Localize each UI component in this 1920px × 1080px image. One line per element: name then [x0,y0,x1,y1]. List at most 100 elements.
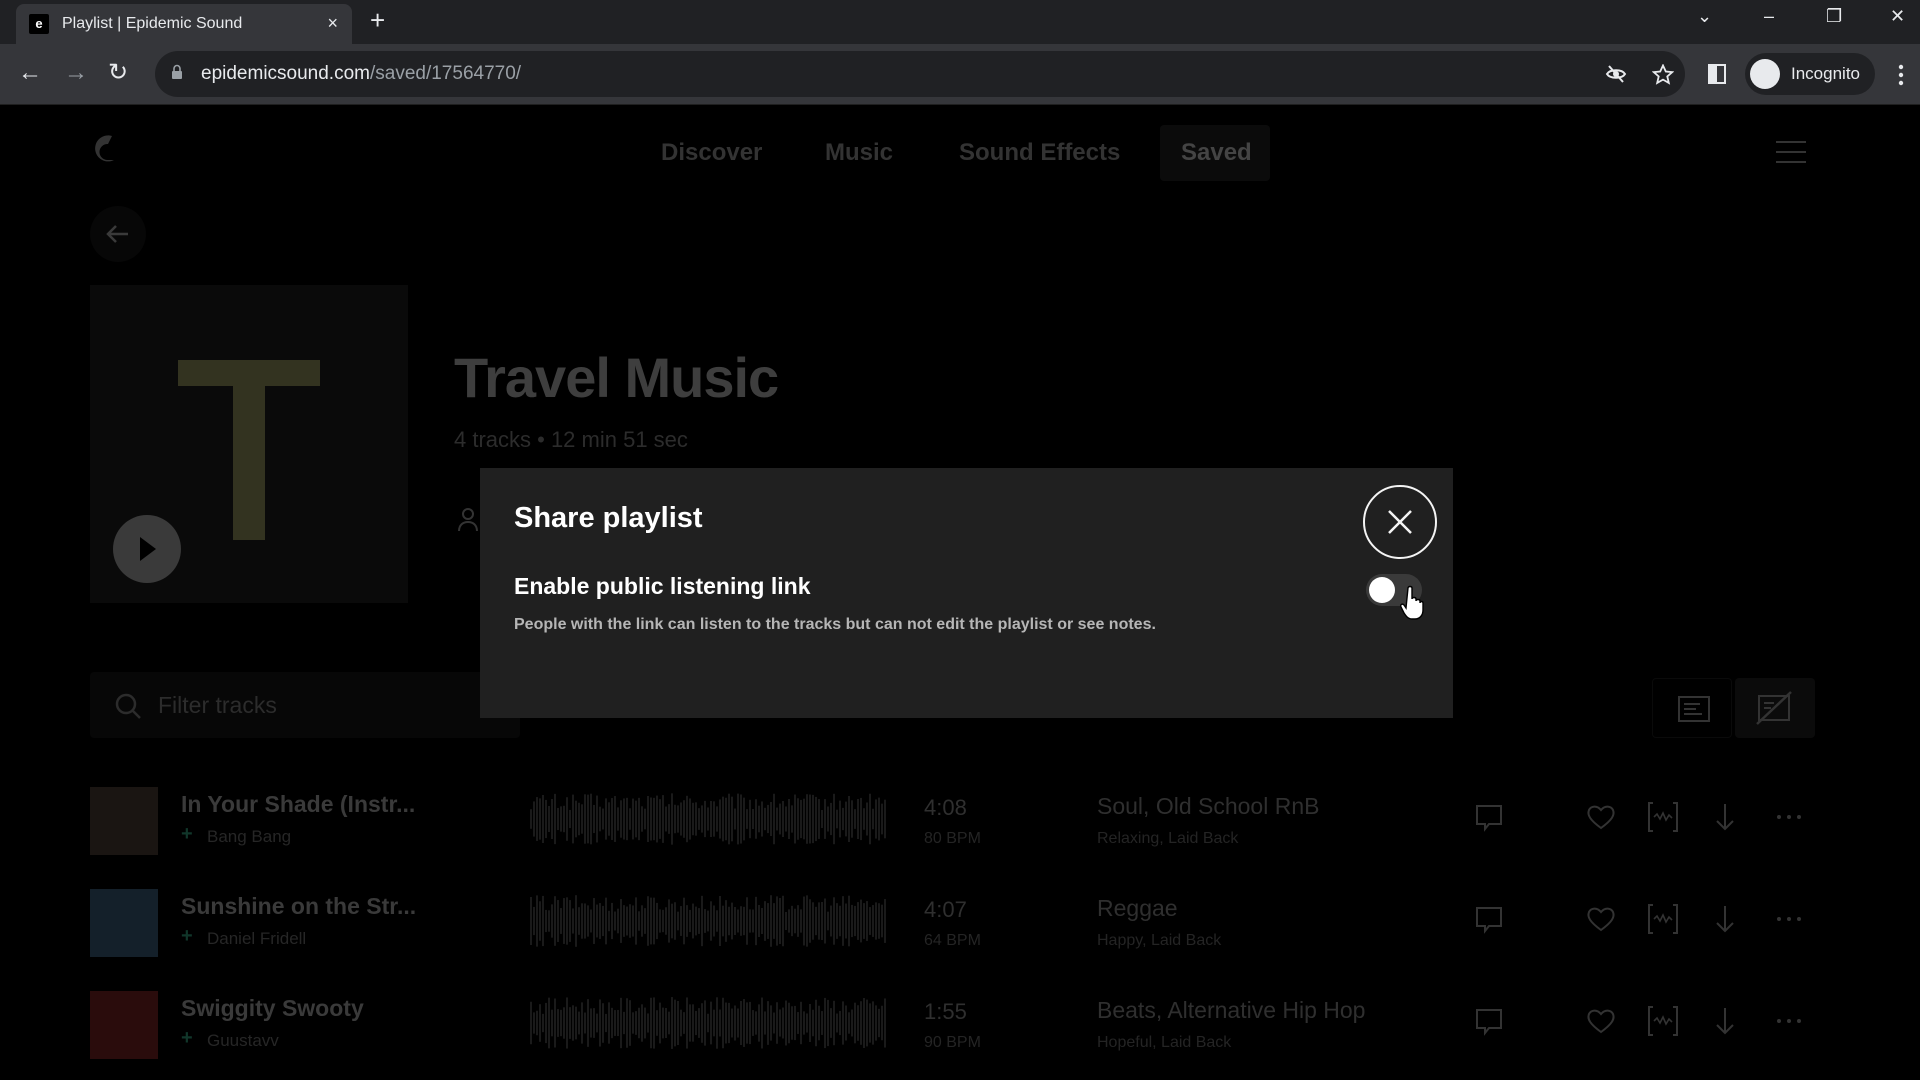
epidemic-sound-logo[interactable] [90,130,120,170]
tab-close-button[interactable]: × [327,13,338,33]
add-artist-plus-icon[interactable]: + [181,1027,193,1050]
play-playlist-button[interactable] [113,515,181,583]
waveform-bar [761,801,763,837]
side-panel-icon[interactable] [1708,64,1726,84]
waveform-bar [644,1007,646,1039]
waveform-bar [824,898,826,944]
download-icon[interactable] [1708,902,1742,936]
note-comment-icon[interactable] [1472,902,1506,936]
more-options-icon[interactable] [1772,1004,1806,1038]
track-waveform[interactable] [530,793,886,845]
new-tab-button[interactable]: + [370,6,385,34]
waveform-bar [836,809,838,829]
filter-tracks-input[interactable] [158,688,498,722]
waveform-bar [701,805,703,833]
window-close-button[interactable]: ✕ [1890,4,1905,28]
track-waveform[interactable] [530,895,886,947]
minimize-button[interactable]: – [1764,4,1774,28]
waveform-bar [572,1005,574,1041]
track-row[interactable]: In Your Shade (Instr... + Bang Bang 4:08… [0,775,1920,865]
forward-button[interactable]: → [64,58,88,88]
track-row[interactable]: Sunshine on the Str... + Daniel Fridell … [0,877,1920,967]
track-genres[interactable]: Beats, Alternative Hip Hop [1097,997,1365,1024]
bookmark-star-icon[interactable] [1652,64,1674,85]
hamburger-menu-icon[interactable] [1776,141,1806,165]
waveform-bar [692,802,694,836]
track-title[interactable]: In Your Shade (Instr... [181,791,415,818]
waveform-bar [803,896,805,946]
waveform-bar [590,793,592,845]
waveform-bar [692,903,694,939]
nav-saved[interactable]: Saved [1181,139,1252,167]
track-row[interactable]: Swiggity Swooty + Guustavv 1:55 90 BPM B… [0,979,1920,1069]
waveform-bar [596,904,598,938]
add-artist-plus-icon[interactable]: + [181,925,193,948]
waveform-bar [596,795,598,843]
find-similar-icon[interactable] [1646,902,1680,936]
nav-discover[interactable]: Discover [661,139,762,167]
reload-button[interactable]: ↻ [108,58,128,88]
browser-tab[interactable]: e Playlist | Epidemic Sound × [16,4,352,44]
address-bar[interactable]: epidemicsound.com/saved/17564770/ [155,51,1685,97]
note-comment-icon[interactable] [1472,1004,1506,1038]
waveform-bar [806,1013,808,1033]
track-artist[interactable]: Bang Bang [207,827,291,847]
waveform-bar [836,903,838,939]
waveform-bar [626,906,628,936]
find-similar-icon[interactable] [1646,1004,1680,1038]
track-moods[interactable]: Hopeful, Laid Back [1097,1034,1231,1052]
track-genres[interactable]: Reggae [1097,895,1178,922]
playlist-title: Travel Music [454,346,779,409]
cover-letter-stem [233,360,265,540]
hide-notes-button[interactable] [1735,678,1815,738]
heart-icon[interactable] [1584,1004,1618,1038]
back-button[interactable] [90,206,146,262]
incognito-profile-button[interactable]: Incognito [1745,53,1875,95]
waveform-bar [776,1002,778,1044]
track-moods[interactable]: Relaxing, Laid Back [1097,830,1238,848]
waveform-bar [626,797,628,841]
track-thumbnail[interactable] [90,991,158,1059]
waveform-bar [782,1007,784,1039]
filter-tracks-field[interactable] [90,672,520,738]
nav-sound-effects[interactable]: Sound Effects [959,139,1120,167]
track-duration: 4:07 [924,897,967,922]
browser-menu-icon[interactable] [1898,64,1904,86]
track-artist[interactable]: Daniel Fridell [207,929,306,949]
note-comment-icon[interactable] [1472,800,1506,834]
download-icon[interactable] [1708,800,1742,834]
track-genres[interactable]: Soul, Old School RnB [1097,793,1319,820]
track-artist[interactable]: Guustavv [207,1031,279,1051]
close-dialog-button[interactable] [1363,485,1437,559]
waveform-bar [542,895,544,947]
track-thumbnail[interactable] [90,787,158,855]
waveform-bar [605,1013,607,1033]
back-button[interactable]: ← [18,58,42,88]
waveform-bar [581,903,583,939]
track-title[interactable]: Sunshine on the Str... [181,893,416,920]
download-icon[interactable] [1708,1004,1742,1038]
add-artist-plus-icon[interactable]: + [181,823,193,846]
more-options-icon[interactable] [1772,902,1806,936]
restore-button[interactable]: ❐ [1826,4,1842,28]
nav-music[interactable]: Music [825,139,893,167]
heart-icon[interactable] [1584,800,1618,834]
track-title[interactable]: Swiggity Swooty [181,995,364,1022]
track-moods[interactable]: Happy, Laid Back [1097,932,1221,950]
waveform-bar [557,900,559,942]
track-thumbnail[interactable] [90,889,158,957]
eye-slash-icon[interactable] [1605,64,1627,84]
waveform-bar [677,805,679,833]
waveform-bar [755,1011,757,1035]
waveform-bar [665,806,667,832]
waveform-bar [779,1009,781,1037]
waveform-bar [629,904,631,938]
list-view-button[interactable] [1652,678,1732,738]
waveform-bar [578,1011,580,1035]
tab-search-button[interactable]: ⌄ [1697,4,1712,28]
waveform-bar [854,905,856,937]
heart-icon[interactable] [1584,902,1618,936]
find-similar-icon[interactable] [1646,800,1680,834]
track-waveform[interactable] [530,997,886,1049]
more-options-icon[interactable] [1772,800,1806,834]
